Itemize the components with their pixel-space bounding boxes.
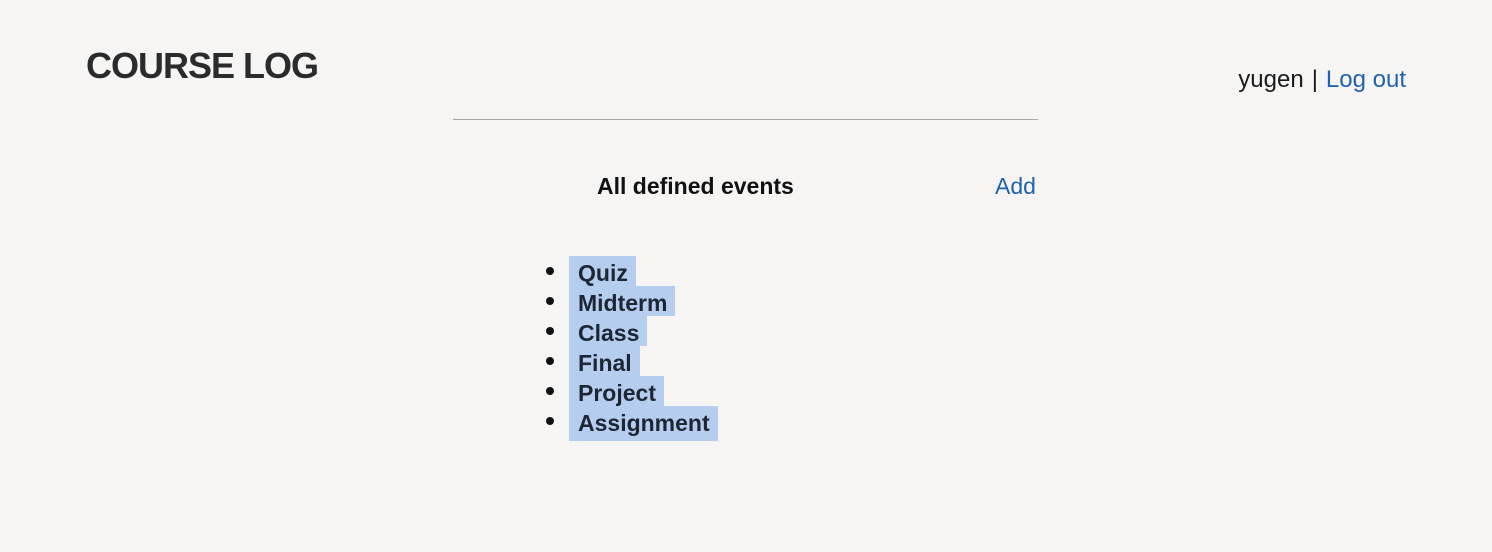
add-event-link[interactable]: Add bbox=[995, 170, 1036, 202]
event-list-item[interactable]: Quiz bbox=[546, 256, 718, 286]
bullet-icon bbox=[546, 417, 554, 425]
user-menu: yugen | Log out bbox=[1238, 64, 1406, 96]
bullet-icon bbox=[546, 297, 554, 305]
bullet-icon bbox=[546, 267, 554, 275]
event-name: Midterm bbox=[569, 286, 676, 316]
event-list: Quiz Midterm Class Final Project Assignm… bbox=[546, 256, 718, 441]
bullet-icon bbox=[546, 327, 554, 335]
event-name: Class bbox=[569, 316, 648, 346]
event-list-item[interactable]: Final bbox=[546, 346, 718, 376]
event-name: Project bbox=[569, 376, 664, 406]
event-name: Assignment bbox=[569, 406, 718, 441]
header-divider bbox=[453, 119, 1038, 120]
event-list-item[interactable]: Midterm bbox=[546, 286, 718, 316]
event-list-item[interactable]: Assignment bbox=[546, 406, 718, 441]
event-name: Final bbox=[569, 346, 640, 376]
user-separator: | bbox=[1311, 66, 1318, 93]
logout-link[interactable]: Log out bbox=[1326, 66, 1406, 93]
event-name: Quiz bbox=[569, 256, 636, 286]
page-title: All defined events bbox=[597, 173, 794, 199]
bullet-icon bbox=[546, 357, 554, 365]
bullet-icon bbox=[546, 387, 554, 395]
username-label: yugen bbox=[1238, 66, 1304, 93]
site-brand: COURSE LOG bbox=[86, 45, 319, 86]
event-list-item[interactable]: Class bbox=[546, 316, 718, 346]
event-list-item[interactable]: Project bbox=[546, 376, 718, 406]
